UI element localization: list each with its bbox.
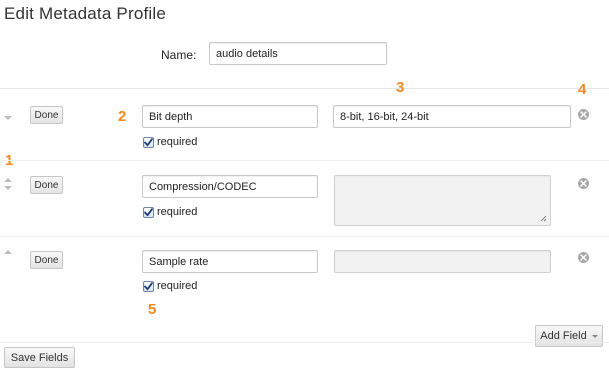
profile-name-label: Name:: [161, 48, 197, 62]
arrow-down-icon: [4, 116, 12, 120]
close-icon: [580, 180, 587, 187]
field-name-input[interactable]: [142, 250, 318, 273]
profile-name-input[interactable]: [209, 42, 387, 65]
remove-field-button[interactable]: [578, 109, 589, 120]
caret-down-icon: [591, 334, 598, 338]
close-icon: [580, 111, 587, 118]
header-divider: [0, 88, 609, 89]
callout-2: 2: [118, 108, 127, 125]
done-button[interactable]: Done: [30, 176, 63, 194]
required-checkbox[interactable]: [143, 137, 154, 148]
move-up-handle[interactable]: [4, 250, 12, 254]
footer-divider: [0, 342, 609, 343]
arrow-down-icon: [4, 186, 12, 190]
field-name-input[interactable]: [142, 175, 318, 198]
add-field-button[interactable]: Add Field: [535, 325, 603, 347]
checkmark-icon: [144, 138, 153, 147]
add-field-label: Add Field: [540, 330, 587, 342]
remove-field-button[interactable]: [578, 178, 589, 189]
move-down-handle[interactable]: [4, 116, 12, 120]
callout-4: 4: [578, 81, 587, 98]
callout-5: 5: [148, 301, 157, 318]
done-button[interactable]: Done: [30, 251, 63, 269]
required-label: required: [157, 206, 198, 218]
done-button[interactable]: Done: [30, 106, 63, 124]
checkmark-icon: [144, 208, 153, 217]
field-name-input[interactable]: [142, 105, 318, 128]
arrow-up-icon: [4, 250, 12, 254]
move-down-handle[interactable]: [4, 186, 12, 190]
row-divider: [0, 160, 609, 161]
required-label: required: [157, 136, 198, 148]
field-values-input[interactable]: [334, 250, 551, 273]
move-up-handle[interactable]: [4, 178, 12, 182]
required-checkbox[interactable]: [143, 207, 154, 218]
callout-3: 3: [396, 79, 405, 96]
arrow-up-icon: [4, 178, 12, 182]
field-values-input[interactable]: [333, 105, 571, 128]
required-checkbox[interactable]: [143, 281, 154, 292]
required-label: required: [157, 280, 198, 292]
page-title: Edit Metadata Profile: [4, 4, 167, 23]
remove-field-button[interactable]: [578, 252, 589, 263]
save-fields-button[interactable]: Save Fields: [4, 347, 75, 368]
resize-grip-icon[interactable]: [539, 214, 547, 222]
close-icon: [580, 254, 587, 261]
field-values-textarea[interactable]: [334, 175, 551, 226]
checkmark-icon: [144, 282, 153, 291]
row-divider: [0, 236, 609, 237]
